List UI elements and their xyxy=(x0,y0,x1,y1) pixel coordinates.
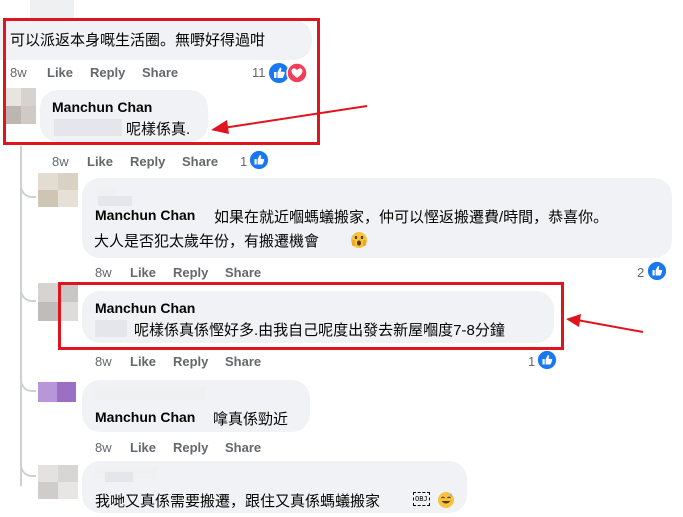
obj-badge: OBJ xyxy=(413,492,430,506)
comment-5-author[interactable]: Manchun Chan xyxy=(95,409,195,425)
comment-6-text: 我哋又真係需要搬遷，跟住又真係螞蟻搬家 xyxy=(95,493,381,510)
comment-3-author[interactable]: Manchun Chan xyxy=(95,207,195,223)
comment-3-text-line2: 大人是否犯太歲年份，有搬遷機會 xyxy=(94,233,320,250)
comment-2-time[interactable]: 8w xyxy=(52,154,69,169)
thread-branch-5 xyxy=(20,455,36,477)
comment-4-time[interactable]: 8w xyxy=(95,354,112,369)
thread-line xyxy=(20,146,22,486)
like-reaction-icon[interactable] xyxy=(249,150,269,170)
comment-5-like-button[interactable]: Like xyxy=(130,440,156,455)
red-arrow-icon xyxy=(566,314,644,333)
comment-2-like-button[interactable]: Like xyxy=(87,154,113,169)
comment-5-time[interactable]: 8w xyxy=(95,440,112,455)
comment-6-avatar xyxy=(38,465,78,499)
like-reaction-icon[interactable] xyxy=(647,261,667,281)
red-arrow-icon xyxy=(211,105,368,134)
comment-2-reaction-count[interactable]: 1 xyxy=(240,154,247,169)
comment-5-reply-button[interactable]: Reply xyxy=(173,440,208,455)
comment-2-avatar xyxy=(6,88,36,124)
thread-branch-3 xyxy=(20,280,36,302)
top-avatar-blur xyxy=(30,0,74,18)
comment-2-author[interactable]: Manchun Chan xyxy=(52,99,152,115)
comment-3-reaction-count[interactable]: 2 xyxy=(637,265,644,280)
comment-5-tag-blur xyxy=(95,386,205,400)
comment-3-like-button[interactable]: Like xyxy=(130,265,156,280)
comment-3-time[interactable]: 8w xyxy=(95,265,112,280)
comment-4-like-button[interactable]: Like xyxy=(130,354,156,369)
comment-5-text: 嗱真係勁近 xyxy=(213,411,289,428)
comment-4-reply-button[interactable]: Reply xyxy=(173,354,208,369)
comment-4-share-button[interactable]: Share xyxy=(225,354,261,369)
comment-2-reply-button[interactable]: Reply xyxy=(130,154,165,169)
surprised-emoji-icon xyxy=(351,232,367,248)
comment-5-avatar xyxy=(38,382,76,402)
highlight-box-2 xyxy=(58,282,564,350)
comment-4-reaction-count[interactable]: 1 xyxy=(528,354,535,369)
like-reaction-icon[interactable] xyxy=(537,350,557,370)
thread-branch-4 xyxy=(20,370,36,392)
comment-3-reply-button[interactable]: Reply xyxy=(173,265,208,280)
comment-3-text: 如果在就近嗰螞蟻搬家，仲可以慳返搬遷費/時間，恭喜你。 xyxy=(214,209,609,226)
comment-6-tag-blur-2 xyxy=(105,472,133,482)
comment-5-share-button[interactable]: Share xyxy=(225,440,261,455)
comment-3-share-button[interactable]: Share xyxy=(225,265,261,280)
comment-2-tag-blur xyxy=(54,119,122,136)
grinning-sweat-emoji-icon xyxy=(438,492,454,508)
comment-3-avatar xyxy=(38,173,78,207)
thread-branch-2 xyxy=(20,176,36,198)
comment-2-text: 呢樣係真. xyxy=(126,121,191,138)
comment-3-tag-blur-2 xyxy=(98,196,132,206)
comment-2-share-button[interactable]: Share xyxy=(182,154,218,169)
